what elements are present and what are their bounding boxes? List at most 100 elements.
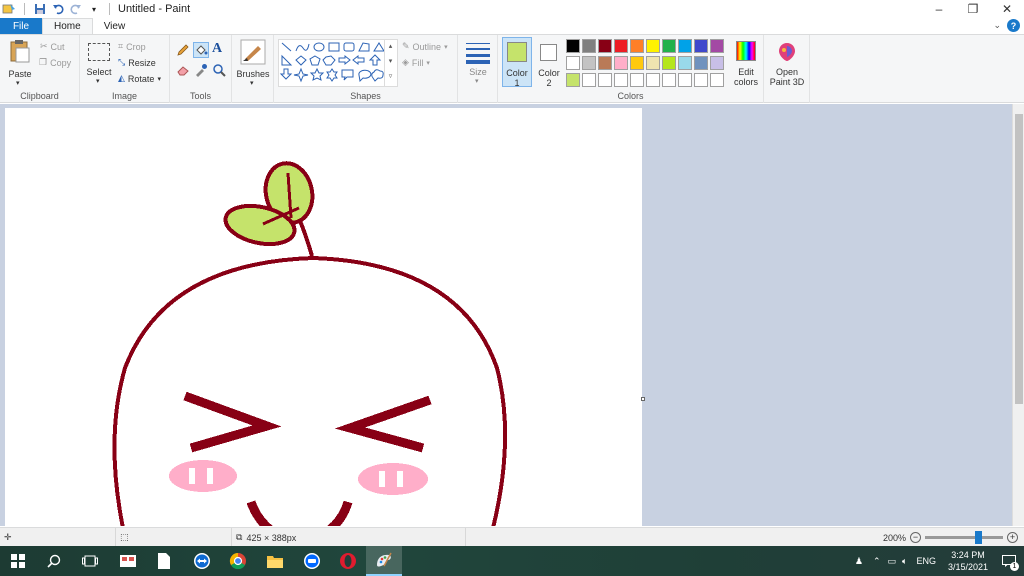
zoom-slider-thumb[interactable] — [975, 531, 982, 544]
task-view-button[interactable] — [72, 546, 108, 576]
save-icon[interactable] — [33, 2, 47, 16]
palette-swatch[interactable] — [630, 73, 644, 87]
edit-colors-button[interactable]: Edit colors — [730, 39, 762, 89]
taskbar-app-paint[interactable] — [366, 546, 402, 576]
tools-group-label: Tools — [189, 91, 211, 101]
palette-swatch[interactable] — [662, 39, 676, 53]
text-tool[interactable]: A — [212, 41, 228, 57]
pencil-tool[interactable] — [176, 43, 192, 59]
close-button[interactable]: ✕ — [990, 0, 1024, 18]
taskbar-app-teamviewer[interactable] — [184, 546, 220, 576]
palette-swatch[interactable] — [694, 73, 708, 87]
collapse-ribbon-icon[interactable]: ⌄ — [993, 20, 1001, 31]
language-indicator[interactable]: ENG — [910, 556, 942, 566]
right-cheek — [358, 463, 428, 495]
palette-swatch[interactable] — [710, 39, 724, 53]
drawing-canvas[interactable] — [5, 108, 642, 526]
search-button[interactable] — [36, 546, 72, 576]
palette-swatch[interactable] — [614, 73, 628, 87]
zoom-slider[interactable] — [925, 531, 1003, 544]
brushes-button[interactable]: Brushes ▾ — [235, 39, 271, 87]
select-button[interactable]: Select ▾ — [84, 41, 114, 87]
palette-swatch[interactable] — [646, 56, 660, 70]
mouth-right — [327, 500, 353, 526]
clock[interactable]: 3:24 PM 3/15/2021 — [942, 549, 994, 573]
palette-swatch[interactable] — [646, 39, 660, 53]
taskbar-app-opera[interactable] — [330, 546, 366, 576]
palette-swatch[interactable] — [678, 56, 692, 70]
palette-swatch[interactable] — [598, 39, 612, 53]
palette-swatch[interactable] — [582, 39, 596, 53]
vertical-scrollbar[interactable] — [1012, 104, 1024, 526]
zoom-out-button[interactable]: − — [910, 532, 921, 543]
taskbar-app-zalo[interactable] — [294, 546, 330, 576]
open-paint3d-button[interactable]: Open Paint 3D — [766, 39, 808, 89]
palette-swatch[interactable] — [614, 56, 628, 70]
palette-swatch[interactable] — [598, 56, 612, 70]
tab-file[interactable]: File — [0, 18, 42, 34]
palette-swatch[interactable] — [710, 73, 724, 87]
palette-swatch[interactable] — [630, 56, 644, 70]
shapes-scroll-down-icon[interactable]: ▾ — [385, 54, 396, 69]
tab-view[interactable]: View — [93, 18, 137, 34]
shapes-gallery[interactable] — [278, 39, 398, 87]
size-button[interactable]: Size ▾ — [462, 41, 494, 87]
resize-button[interactable]: ⤡ Resize — [118, 57, 156, 68]
fill-button[interactable]: ◈ Fill ▾ — [402, 57, 430, 68]
taskbar-app-chrome[interactable] — [220, 546, 256, 576]
palette-swatch[interactable] — [630, 39, 644, 53]
palette-swatch[interactable] — [582, 56, 596, 70]
crop-button[interactable]: ⌗ Crop — [118, 41, 146, 52]
minimize-button[interactable]: – — [922, 0, 956, 18]
tray-chevron-icon[interactable]: ⌃ — [869, 556, 885, 567]
palette-swatch[interactable] — [646, 73, 660, 87]
fill-tool[interactable] — [193, 42, 209, 58]
palette-swatch[interactable] — [598, 73, 612, 87]
shapes-scroll-up-icon[interactable]: ▴ — [385, 39, 396, 54]
paint-app-icon[interactable] — [2, 2, 16, 16]
palette-swatch[interactable] — [662, 73, 676, 87]
color-picker-tool[interactable] — [194, 63, 210, 79]
color1-button[interactable]: Color 1 — [502, 37, 532, 88]
canvas-workspace[interactable] — [0, 104, 1012, 526]
palette-swatch[interactable] — [678, 73, 692, 87]
palette-swatch[interactable] — [694, 56, 708, 70]
palette-swatch[interactable] — [710, 56, 724, 70]
zoom-in-button[interactable]: + — [1007, 532, 1018, 543]
paint3d-group: Open Paint 3D — [764, 35, 810, 103]
color2-button[interactable]: Color 2 — [534, 37, 562, 88]
cut-button[interactable]: ✂ Cut — [40, 41, 65, 52]
battery-icon[interactable]: ▭ — [885, 556, 900, 567]
notification-center-button[interactable]: 1 — [994, 546, 1024, 576]
palette-swatch[interactable] — [662, 56, 676, 70]
palette-swatch[interactable] — [566, 56, 580, 70]
outline-button[interactable]: ✎ Outline ▾ — [402, 41, 448, 52]
shapes-scroll[interactable]: ▴ ▾ ▿ — [384, 39, 396, 87]
help-icon[interactable]: ? — [1007, 19, 1020, 32]
canvas-resize-handle[interactable] — [641, 397, 645, 401]
palette-swatch[interactable] — [694, 39, 708, 53]
paste-button[interactable]: Paste ▾ — [6, 39, 34, 87]
taskbar-app-notepad[interactable] — [146, 546, 182, 576]
copy-button[interactable]: ❐ Copy — [39, 57, 71, 68]
customize-qat-icon[interactable]: ▾ — [87, 2, 101, 16]
eraser-tool[interactable] — [176, 63, 192, 79]
taskbar-app-snipping[interactable] — [110, 546, 146, 576]
palette-swatch[interactable] — [582, 73, 596, 87]
rotate-button[interactable]: ◭ Rotate ▾ — [118, 73, 161, 84]
start-button[interactable] — [0, 546, 36, 576]
magnifier-tool[interactable] — [212, 63, 228, 79]
redo-icon[interactable] — [69, 2, 83, 16]
undo-icon[interactable] — [51, 2, 65, 16]
people-icon[interactable]: ♟ — [849, 556, 869, 567]
palette-swatch[interactable] — [614, 39, 628, 53]
tab-home[interactable]: Home — [42, 18, 93, 34]
taskbar-app-file-explorer[interactable] — [257, 546, 293, 576]
restore-button[interactable]: ❐ — [956, 0, 990, 18]
palette-swatch[interactable] — [566, 73, 580, 87]
volume-icon[interactable]: 🔈︎ — [899, 556, 910, 567]
palette-swatch[interactable] — [678, 39, 692, 53]
palette-swatch[interactable] — [566, 39, 580, 53]
shapes-expand-icon[interactable]: ▿ — [385, 69, 396, 84]
vertical-scroll-thumb[interactable] — [1015, 114, 1023, 404]
